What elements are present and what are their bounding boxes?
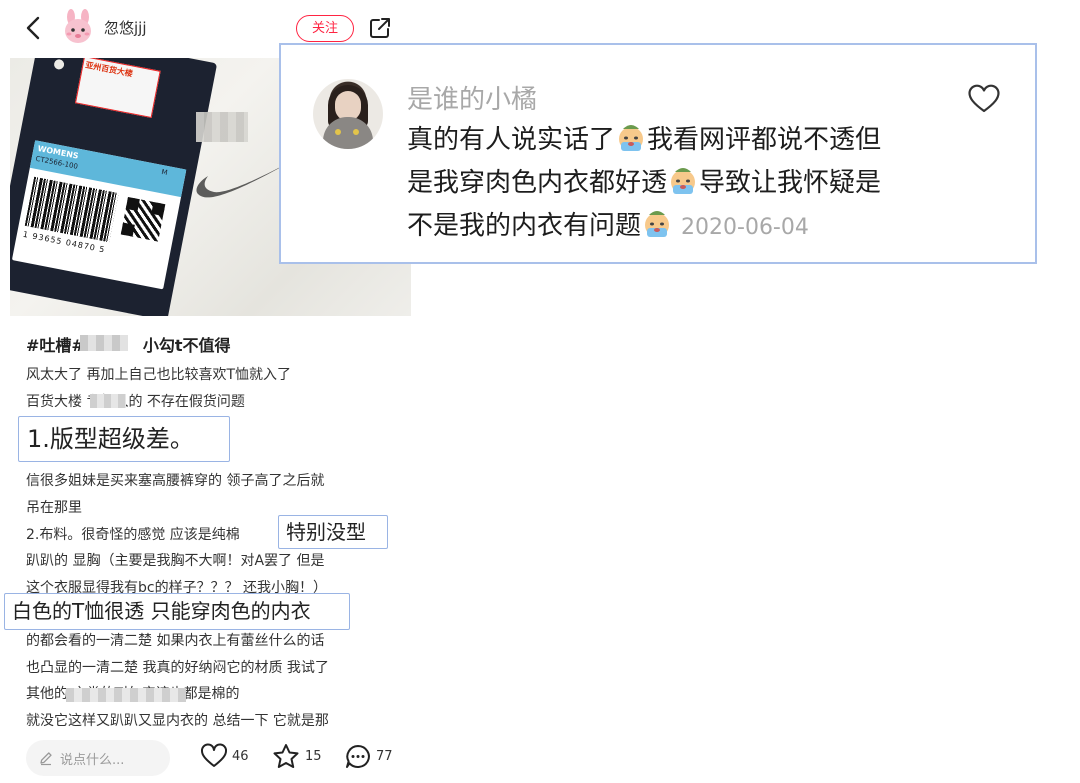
product-tag-image: 亚州百货大楼 WOMENS CT2566-100 M 1 93655 04870… bbox=[10, 58, 218, 316]
bottom-action-bar: 说点什么... 46 15 77 bbox=[0, 733, 420, 783]
highlight-box: 白色的T恤很透 只能穿肉色的内衣 bbox=[4, 593, 350, 630]
blurred-text bbox=[90, 394, 126, 408]
screenshot-root: 忽悠jjj 关注 亚州百货大楼 WOMENS CT2566-100 M 1 93… bbox=[0, 0, 1080, 783]
comment-fragment: 不是我的内衣有问题 bbox=[407, 211, 642, 241]
commenter-username[interactable]: 是谁的小橘 bbox=[407, 79, 537, 116]
heart-icon bbox=[201, 743, 227, 767]
avatar-cat-eye bbox=[335, 129, 341, 135]
crying-emoji-icon bbox=[641, 209, 673, 239]
comment-fragment: 真的有人说实话了 bbox=[407, 125, 616, 155]
favorite-button[interactable]: 15 bbox=[272, 742, 324, 772]
comment-like-button[interactable] bbox=[967, 83, 1001, 115]
avatar-cat-eye bbox=[353, 129, 359, 135]
post-title-tag: #吐槽# bbox=[26, 336, 85, 355]
favorite-count: 15 bbox=[305, 749, 322, 764]
post-body-line: 的都会看的一清二楚 如果内衣上有蕾丝什么的话 bbox=[26, 632, 325, 649]
share-button[interactable] bbox=[368, 16, 392, 40]
post-body-line: 风太大了 再加上自己也比较喜欢T恤就入了 bbox=[26, 367, 292, 383]
pixelated-area bbox=[196, 112, 248, 142]
comment-input[interactable]: 说点什么... bbox=[26, 740, 170, 776]
qr-code bbox=[120, 197, 166, 242]
comment-fragment: 导致让我怀疑是 bbox=[699, 168, 882, 198]
follow-button[interactable]: 关注 bbox=[296, 15, 354, 42]
post-body-line: 信很多姐妹是买来塞高腰裤穿的 领子高了之后就 bbox=[26, 473, 325, 490]
star-icon bbox=[273, 744, 299, 768]
highlight-box: 1.版型超级差。 bbox=[18, 416, 230, 462]
highlight-box: 特别没型 bbox=[278, 515, 388, 549]
like-button[interactable]: 46 bbox=[200, 742, 256, 772]
blurred-text bbox=[80, 335, 128, 351]
pencil-icon bbox=[40, 752, 52, 766]
bunny-avatar-icon bbox=[65, 9, 91, 43]
comment-text: 真的有人说实话了 我看网评都说不透但 是我穿肉色内衣都好透 导致让我怀疑是 不是我的… bbox=[407, 119, 927, 249]
comment-fragment: 我看网评都说不透但 bbox=[647, 125, 882, 155]
author-avatar[interactable] bbox=[60, 9, 96, 45]
heart-icon bbox=[968, 84, 1000, 113]
post-title: #吐槽# 小勾t不值得 bbox=[26, 332, 230, 356]
comment-button[interactable]: 77 bbox=[344, 742, 400, 772]
post-body-line: 百货大楼 专柜入的 不存在假货问题 bbox=[26, 393, 245, 410]
comment-callout: 是谁的小橘 真的有人说实话了 我看网评都说不透但 是我穿肉色内衣都好透 导致让我怀疑… bbox=[279, 43, 1037, 264]
post-body-line: 也凸显的一清二楚 我真的好纳闷它的材质 我试了 bbox=[26, 659, 329, 676]
comment-date: 2020-06-04 bbox=[681, 215, 809, 240]
crying-emoji-icon bbox=[615, 123, 647, 153]
crying-emoji-icon bbox=[667, 166, 699, 196]
comment-count: 77 bbox=[376, 749, 393, 764]
tag-hole bbox=[53, 58, 65, 71]
comment-line: 不是我的内衣有问题 2020-06-04 bbox=[407, 205, 927, 249]
post-body-line: 趴趴的 显胸（主要是我胸不大啊！对A罢了 但是 bbox=[26, 553, 325, 570]
blurred-text bbox=[66, 688, 186, 702]
back-button[interactable] bbox=[22, 14, 46, 42]
like-count: 46 bbox=[232, 749, 249, 764]
comment-bubble-icon bbox=[346, 745, 370, 768]
chevron-left-icon bbox=[26, 16, 40, 40]
share-icon bbox=[370, 18, 390, 38]
comment-placeholder: 说点什么... bbox=[60, 753, 125, 768]
comment-line: 是我穿肉色内衣都好透 导致让我怀疑是 bbox=[407, 162, 927, 205]
commenter-avatar[interactable] bbox=[313, 79, 383, 149]
comment-fragment: 是我穿肉色内衣都好透 bbox=[407, 168, 668, 198]
author-name[interactable]: 忽悠jjj bbox=[104, 17, 147, 38]
post-title-text: 小勾t不值得 bbox=[142, 336, 231, 355]
comment-line: 真的有人说实话了 我看网评都说不透但 bbox=[407, 119, 927, 162]
post-body-line: 就没它这样又趴趴又显内衣的 总结一下 它就是那 bbox=[26, 712, 329, 729]
